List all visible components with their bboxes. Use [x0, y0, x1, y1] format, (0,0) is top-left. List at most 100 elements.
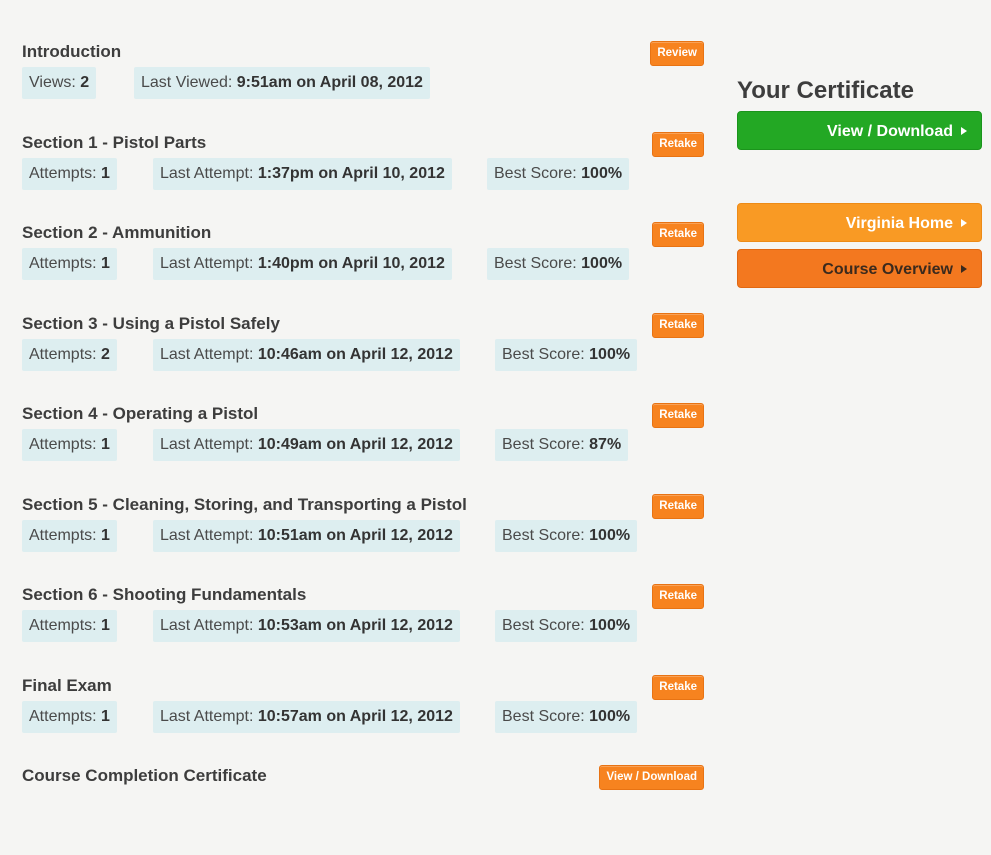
retake-button[interactable]: Retake	[652, 674, 704, 700]
stat-value: 1	[101, 526, 110, 544]
stat-last-attempt: Last Attempt: 10:51am on April 12, 2012	[153, 519, 460, 552]
section-title: Section 3 - Using a Pistol Safely	[22, 313, 280, 333]
course-overview-label: Course Overview	[822, 261, 953, 278]
course-section: Course Completion Certificate View / Down…	[22, 764, 704, 855]
stat-label: Best Score:	[502, 436, 585, 453]
course-section: Section 3 - Using a Pistol Safely Retake A…	[22, 312, 704, 403]
retake-button[interactable]: Retake	[652, 403, 704, 428]
stat-last-attempt: Last Attempt: 10:57am on April 12, 2012	[153, 700, 460, 733]
stat-value: 1	[101, 164, 110, 182]
stat-attempts: Attempts: 1	[22, 157, 117, 190]
stat-value: 2	[80, 74, 90, 91]
stat-best-score: Best Score: 100%	[495, 700, 638, 733]
stat-label: Attempts:	[29, 617, 97, 634]
stat-label: Attempts:	[29, 526, 97, 544]
stat-best-score: Best Score: 100%	[495, 519, 638, 552]
stat-label: Last Viewed:	[141, 74, 233, 91]
section-title: Section 5 - Cleaning, Storing, and Trans…	[22, 494, 467, 514]
stat-value: 10:49am on April 12, 2012	[257, 436, 453, 453]
stat-label: Last Attempt:	[160, 345, 254, 363]
play-arrow-icon	[961, 265, 967, 273]
stat-label: Last Attempt:	[160, 526, 254, 544]
retake-button[interactable]: Retake	[652, 131, 704, 157]
stat-attempts: Attempts: 1	[22, 700, 117, 733]
course-section: Final Exam Retake Attempts: 1 Last Attempt:…	[22, 674, 704, 765]
section-title: Section 2 - Ammunition	[22, 223, 212, 242]
stat-value: 1:37pm on April 10, 2012	[257, 164, 445, 182]
stat-attempts: Attempts: 1	[22, 429, 117, 461]
stat-label: Attempts:	[29, 164, 97, 182]
stat-attempts: Attempts: 2	[22, 338, 117, 371]
stat-value: 10:53am on April 12, 2012	[257, 617, 453, 634]
stat-label: Last Attempt:	[160, 255, 254, 272]
stat-value: 1	[101, 436, 110, 453]
section-title: Course Completion Certificate	[22, 766, 267, 785]
stat-value: 10:51am on April 12, 2012	[257, 526, 453, 544]
stat-value: 100%	[589, 526, 631, 544]
stat-label: Best Score:	[502, 526, 585, 544]
view-download-certificate-button[interactable]: View / Download	[737, 111, 982, 150]
stat-label: Best Score:	[494, 164, 577, 182]
stat-label: Last Attempt:	[160, 617, 254, 634]
stat-label: Last Attempt:	[160, 164, 254, 182]
stat-label: Best Score:	[502, 617, 585, 634]
stat-last-viewed: Last Viewed: 9:51am on April 08, 2012	[134, 67, 430, 99]
view-download-button[interactable]: View / Download	[599, 765, 704, 790]
view-download-label: View / Download	[827, 123, 953, 140]
stat-last-attempt: Last Attempt: 10:49am on April 12, 2012	[153, 429, 460, 461]
stat-label: Attempts:	[29, 345, 97, 363]
stat-attempts: Attempts: 1	[22, 610, 117, 642]
stat-value: 100%	[589, 345, 631, 363]
course-section: Section 4 - Operating a Pistol Retake Atte…	[22, 402, 704, 493]
stat-value: 10:57am on April 12, 2012	[257, 707, 453, 725]
play-arrow-icon	[961, 219, 967, 227]
stat-best-score: Best Score: 100%	[495, 338, 638, 371]
stat-last-attempt: Last Attempt: 10:53am on April 12, 2012	[153, 610, 460, 642]
stat-label: Attempts:	[29, 436, 97, 453]
stat-value: 1	[101, 707, 110, 725]
virginia-home-label: Virginia Home	[845, 215, 953, 232]
course-overview-button[interactable]: Course Overview	[737, 249, 982, 288]
stat-best-score: Best Score: 100%	[487, 248, 630, 280]
stat-label: Best Score:	[502, 707, 585, 725]
retake-button[interactable]: Retake	[652, 493, 704, 519]
stat-last-attempt: Last Attempt: 1:40pm on April 10, 2012	[153, 248, 452, 280]
retake-button[interactable]: Retake	[652, 312, 704, 338]
stat-value: 100%	[589, 707, 631, 725]
course-section: Section 1 - Pistol Parts Retake Attempts: …	[22, 131, 704, 222]
stat-value: 1	[101, 617, 110, 634]
virginia-home-button[interactable]: Virginia Home	[737, 203, 982, 242]
stat-label: Best Score:	[502, 345, 585, 363]
stat-attempts: Attempts: 1	[22, 519, 117, 552]
stat-value: 100%	[589, 617, 631, 634]
stat-last-attempt: Last Attempt: 1:37pm on April 10, 2012	[153, 157, 452, 190]
stat-label: Best Score:	[494, 255, 577, 272]
stat-label: Views:	[29, 74, 76, 91]
stat-value: 9:51am on April 08, 2012	[236, 74, 423, 91]
course-section: Section 5 - Cleaning, Storing, and Trans…	[22, 493, 704, 584]
stat-best-score: Best Score: 100%	[487, 157, 630, 190]
course-section: Section 2 - Ammunition Retake Attempts: 1 L…	[22, 221, 704, 312]
stat-value: 100%	[581, 255, 623, 272]
stat-value: 1:40pm on April 10, 2012	[257, 255, 445, 272]
stat-label: Last Attempt:	[160, 436, 254, 453]
section-title: Final Exam	[22, 675, 112, 695]
course-section: Introduction Review Views: 2 Last Viewed: 9…	[22, 40, 704, 131]
retake-button[interactable]: Retake	[652, 584, 704, 609]
stat-best-score: Best Score: 87%	[495, 429, 629, 461]
stat-label: Attempts:	[29, 707, 97, 725]
section-title: Section 4 - Operating a Pistol	[22, 404, 259, 423]
section-title: Section 6 - Shooting Fundamentals	[22, 585, 307, 604]
stat-value: 100%	[581, 164, 623, 182]
stat-value: 10:46am on April 12, 2012	[257, 345, 453, 363]
stat-value: 2	[101, 345, 110, 363]
section-title: Section 1 - Pistol Parts	[22, 132, 207, 152]
course-progress-list: Introduction Review Views: 2 Last Viewed: 9…	[22, 40, 704, 855]
stat-last-attempt: Last Attempt: 10:46am on April 12, 2012	[153, 338, 460, 371]
stat-label: Last Attempt:	[160, 707, 254, 725]
retake-button[interactable]: Retake	[652, 222, 704, 247]
play-arrow-icon	[961, 127, 967, 135]
certificate-heading: Your Certificate	[737, 77, 914, 104]
review-button[interactable]: Review	[650, 41, 704, 66]
stat-value: 87%	[589, 436, 622, 453]
